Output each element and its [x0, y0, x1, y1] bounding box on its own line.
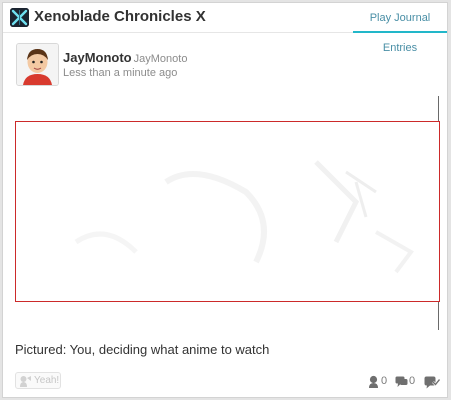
comment-icon [395, 376, 408, 387]
spoiler-indicator[interactable] [424, 375, 440, 389]
post-caption: Pictured: You, deciding what anime to wa… [15, 342, 270, 357]
avatar[interactable] [16, 43, 59, 86]
post-card: Xenoblade Chronicles X Play Journal Entr… [2, 2, 448, 398]
comment-count-value: 0 [409, 375, 416, 387]
comment-count: 0 [395, 375, 421, 389]
yeah-label: Yeah! [34, 375, 60, 386]
game-title[interactable]: Xenoblade Chronicles X [34, 8, 206, 25]
tab-play-journal-entries[interactable]: Play Journal Entries [353, 3, 447, 54]
post-timestamp: Less than a minute ago [63, 67, 178, 79]
empathy-count: 0 [367, 375, 393, 389]
empathy-count-value: 0 [381, 375, 388, 387]
user-name[interactable]: JayMonoto JayMonoto [63, 50, 187, 65]
screenshot-image[interactable] [15, 121, 440, 302]
game-icon[interactable] [10, 8, 29, 27]
empathy-icon [369, 375, 378, 388]
community-header: Xenoblade Chronicles X Play Journal Entr… [3, 3, 447, 54]
user-handle: JayMonoto [133, 53, 188, 65]
yeah-button[interactable]: Yeah! [15, 372, 61, 389]
spoiler-icon [424, 376, 440, 389]
yeah-icon [20, 376, 31, 387]
user-display-name[interactable]: JayMonoto [63, 50, 132, 65]
